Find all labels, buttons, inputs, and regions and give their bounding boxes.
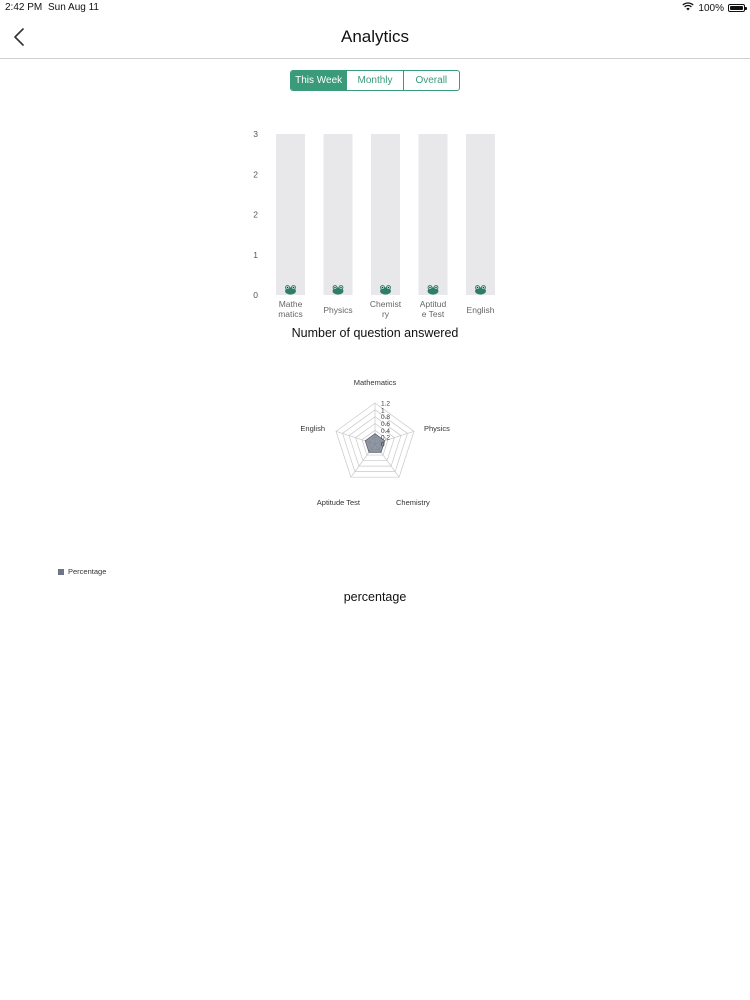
y-tick-label: 1 [253,250,258,260]
tab-overall[interactable]: Overall [402,71,459,90]
bar-track [323,134,353,295]
status-date: Sun Aug 11 [48,2,99,13]
radar-axis-label: Aptitude Test [317,498,361,507]
x-tick-label: Mathe [279,299,303,309]
y-tick-label: 3 [253,129,258,139]
nav-bar: Analytics [0,16,750,59]
radar-axis-label: Mathematics [354,378,397,387]
wifi-icon [682,2,695,14]
status-bar: 2:42 PM Sun Aug 11 100% [0,0,750,16]
battery-icon [728,4,747,12]
radar-tick-label: 1.2 [381,401,390,408]
tab-this-week[interactable]: This Week [291,71,347,90]
y-tick-label: 0 [253,290,258,300]
tab-monthly[interactable]: Monthly [346,71,402,90]
y-tick-label: 2 [253,210,258,220]
radar-tick-label: 0.6 [381,421,390,428]
bar-chart-title: Number of question answered [291,326,459,340]
page-title: Analytics [340,27,410,46]
questions-bar-chart: 0 1 2 2 3 Mathematics Physics Chemistry Aptitude… [253,129,495,319]
bar-track [371,134,400,295]
radar-tick-label: 0.8 [381,414,390,421]
radar-axis-label: Chemistry [396,498,430,507]
x-tick-label: English [467,305,495,315]
x-tick-label: Chemist [370,299,402,309]
legend-swatch [58,568,64,575]
battery-percent: 100% [698,2,724,14]
radar-axis-label: Physics [424,424,450,433]
bar-track [276,134,305,295]
y-tick-label: 2 [253,169,258,179]
x-tick-label: e Test [422,309,445,319]
x-tick-label: Physics [323,305,352,315]
x-tick-label: Aptitud [420,299,447,309]
radar-tick-label: 0 [381,442,385,449]
radar-legend: Percentage [58,567,106,576]
radar-tick-label: 1 [381,407,385,414]
x-tick-label: ry [382,309,390,319]
status-indicators: 100% [682,2,747,14]
radar-axis-label: English [300,424,325,433]
legend-label: Percentage [68,567,107,576]
status-time: 2:42 PM [5,2,43,13]
radar-tick-label: 0.2 [381,435,390,442]
percentage-radar-chart: 00.20.40.60.811.2 Mathematics Physics Chemi… [300,378,450,507]
bar-track [466,134,495,295]
period-segmented-control: This Week Monthly Overall [290,70,460,91]
bar-track [418,134,448,295]
radar-chart-title: percentage [343,590,407,604]
radar-tick-label: 0.4 [381,428,390,435]
x-tick-label: matics [278,309,303,319]
